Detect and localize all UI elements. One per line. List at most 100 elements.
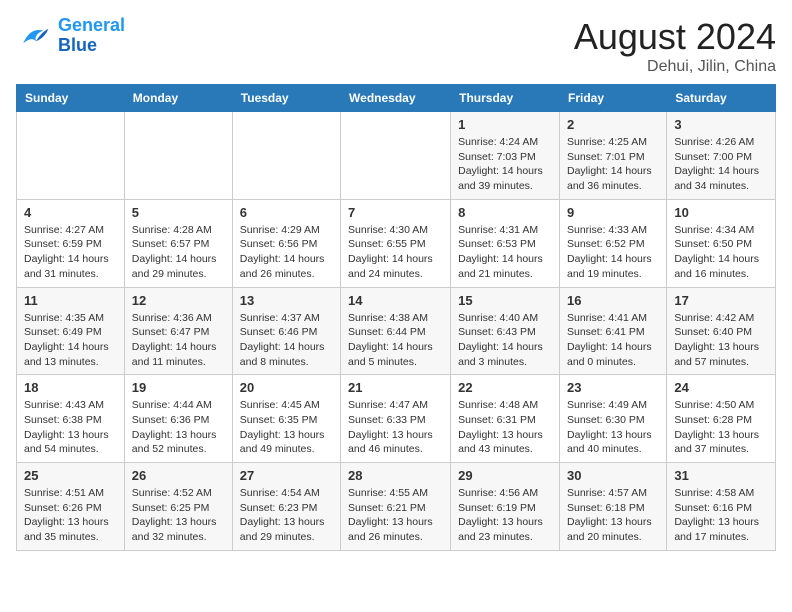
day-number: 13 bbox=[240, 293, 333, 308]
day-detail: Sunrise: 4:30 AM Sunset: 6:55 PM Dayligh… bbox=[348, 223, 443, 282]
calendar-week-row: 11 Sunrise: 4:35 AM Sunset: 6:49 PM Dayli… bbox=[17, 287, 776, 375]
day-number: 17 bbox=[674, 293, 768, 308]
day-number: 7 bbox=[348, 205, 443, 220]
page-header: GeneralBlue August 2024 Dehui, Jilin, Ch… bbox=[16, 16, 776, 76]
day-detail: Sunrise: 4:28 AM Sunset: 6:57 PM Dayligh… bbox=[132, 223, 225, 282]
day-number: 22 bbox=[458, 380, 552, 395]
day-detail: Sunrise: 4:47 AM Sunset: 6:33 PM Dayligh… bbox=[348, 398, 443, 457]
day-number: 19 bbox=[132, 380, 225, 395]
day-number: 1 bbox=[458, 117, 552, 132]
day-detail: Sunrise: 4:44 AM Sunset: 6:36 PM Dayligh… bbox=[132, 398, 225, 457]
calendar-cell: 22 Sunrise: 4:48 AM Sunset: 6:31 PM Dayli… bbox=[451, 375, 560, 463]
weekday-header-row: SundayMondayTuesdayWednesdayThursdayFrid… bbox=[17, 85, 776, 112]
calendar-cell: 5 Sunrise: 4:28 AM Sunset: 6:57 PM Daylig… bbox=[124, 199, 232, 287]
logo-icon bbox=[16, 18, 52, 54]
calendar-cell: 3Sunrise: 4:26 AM Sunset: 7:00 PM Daylig… bbox=[667, 112, 776, 200]
day-number: 6 bbox=[240, 205, 333, 220]
calendar-cell: 2 Sunrise: 4:25 AM Sunset: 7:01 PM Daylig… bbox=[559, 112, 666, 200]
day-number: 8 bbox=[458, 205, 552, 220]
day-detail: Sunrise: 4:55 AM Sunset: 6:21 PM Dayligh… bbox=[348, 486, 443, 545]
calendar-cell bbox=[341, 112, 451, 200]
calendar-cell: 4Sunrise: 4:27 AM Sunset: 6:59 PM Daylig… bbox=[17, 199, 125, 287]
day-detail: Sunrise: 4:25 AM Sunset: 7:01 PM Dayligh… bbox=[567, 135, 659, 194]
calendar-title: August 2024 bbox=[574, 16, 776, 58]
calendar-cell bbox=[17, 112, 125, 200]
calendar-cell: 1 Sunrise: 4:24 AM Sunset: 7:03 PM Daylig… bbox=[451, 112, 560, 200]
calendar-cell: 24 Sunrise: 4:50 AM Sunset: 6:28 PM Dayli… bbox=[667, 375, 776, 463]
calendar-cell bbox=[124, 112, 232, 200]
calendar-cell: 12 Sunrise: 4:36 AM Sunset: 6:47 PM Dayli… bbox=[124, 287, 232, 375]
day-detail: Sunrise: 4:40 AM Sunset: 6:43 PM Dayligh… bbox=[458, 311, 552, 370]
day-number: 18 bbox=[24, 380, 117, 395]
logo: GeneralBlue bbox=[16, 16, 125, 56]
day-detail: Sunrise: 4:50 AM Sunset: 6:28 PM Dayligh… bbox=[674, 398, 768, 457]
calendar-cell: 25Sunrise: 4:51 AM Sunset: 6:26 PM Dayli… bbox=[17, 463, 125, 551]
day-number: 12 bbox=[132, 293, 225, 308]
day-detail: Sunrise: 4:54 AM Sunset: 6:23 PM Dayligh… bbox=[240, 486, 333, 545]
calendar-cell: 7 Sunrise: 4:30 AM Sunset: 6:55 PM Daylig… bbox=[341, 199, 451, 287]
day-detail: Sunrise: 4:45 AM Sunset: 6:35 PM Dayligh… bbox=[240, 398, 333, 457]
calendar-cell: 15 Sunrise: 4:40 AM Sunset: 6:43 PM Dayli… bbox=[451, 287, 560, 375]
calendar-week-row: 25Sunrise: 4:51 AM Sunset: 6:26 PM Dayli… bbox=[17, 463, 776, 551]
calendar-cell: 28 Sunrise: 4:55 AM Sunset: 6:21 PM Dayli… bbox=[341, 463, 451, 551]
day-number: 2 bbox=[567, 117, 659, 132]
day-number: 30 bbox=[567, 468, 659, 483]
calendar-cell: 9 Sunrise: 4:33 AM Sunset: 6:52 PM Daylig… bbox=[559, 199, 666, 287]
calendar-cell: 31 Sunrise: 4:58 AM Sunset: 6:16 PM Dayli… bbox=[667, 463, 776, 551]
day-number: 31 bbox=[674, 468, 768, 483]
day-detail: Sunrise: 4:43 AM Sunset: 6:38 PM Dayligh… bbox=[24, 398, 117, 457]
day-detail: Sunrise: 4:35 AM Sunset: 6:49 PM Dayligh… bbox=[24, 311, 117, 370]
weekday-header: Sunday bbox=[17, 85, 125, 112]
weekday-header: Tuesday bbox=[232, 85, 340, 112]
day-number: 24 bbox=[674, 380, 768, 395]
calendar-location: Dehui, Jilin, China bbox=[574, 58, 776, 76]
weekday-header: Monday bbox=[124, 85, 232, 112]
day-detail: Sunrise: 4:37 AM Sunset: 6:46 PM Dayligh… bbox=[240, 311, 333, 370]
calendar-cell bbox=[232, 112, 340, 200]
calendar-cell: 6Sunrise: 4:29 AM Sunset: 6:56 PM Daylig… bbox=[232, 199, 340, 287]
day-detail: Sunrise: 4:58 AM Sunset: 6:16 PM Dayligh… bbox=[674, 486, 768, 545]
calendar-table: SundayMondayTuesdayWednesdayThursdayFrid… bbox=[16, 84, 776, 551]
calendar-cell: 23Sunrise: 4:49 AM Sunset: 6:30 PM Dayli… bbox=[559, 375, 666, 463]
calendar-cell: 18 Sunrise: 4:43 AM Sunset: 6:38 PM Dayli… bbox=[17, 375, 125, 463]
calendar-week-row: 1 Sunrise: 4:24 AM Sunset: 7:03 PM Daylig… bbox=[17, 112, 776, 200]
calendar-cell: 21 Sunrise: 4:47 AM Sunset: 6:33 PM Dayli… bbox=[341, 375, 451, 463]
day-detail: Sunrise: 4:52 AM Sunset: 6:25 PM Dayligh… bbox=[132, 486, 225, 545]
day-number: 26 bbox=[132, 468, 225, 483]
calendar-cell: 26 Sunrise: 4:52 AM Sunset: 6:25 PM Dayli… bbox=[124, 463, 232, 551]
day-detail: Sunrise: 4:38 AM Sunset: 6:44 PM Dayligh… bbox=[348, 311, 443, 370]
day-number: 23 bbox=[567, 380, 659, 395]
calendar-cell: 13 Sunrise: 4:37 AM Sunset: 6:46 PM Dayli… bbox=[232, 287, 340, 375]
day-number: 16 bbox=[567, 293, 659, 308]
day-number: 21 bbox=[348, 380, 443, 395]
day-number: 15 bbox=[458, 293, 552, 308]
calendar-cell: 30 Sunrise: 4:57 AM Sunset: 6:18 PM Dayli… bbox=[559, 463, 666, 551]
calendar-cell: 20Sunrise: 4:45 AM Sunset: 6:35 PM Dayli… bbox=[232, 375, 340, 463]
day-detail: Sunrise: 4:24 AM Sunset: 7:03 PM Dayligh… bbox=[458, 135, 552, 194]
day-number: 14 bbox=[348, 293, 443, 308]
day-number: 9 bbox=[567, 205, 659, 220]
day-number: 27 bbox=[240, 468, 333, 483]
day-detail: Sunrise: 4:26 AM Sunset: 7:00 PM Dayligh… bbox=[674, 135, 768, 194]
weekday-header: Wednesday bbox=[341, 85, 451, 112]
weekday-header: Friday bbox=[559, 85, 666, 112]
day-detail: Sunrise: 4:36 AM Sunset: 6:47 PM Dayligh… bbox=[132, 311, 225, 370]
day-number: 5 bbox=[132, 205, 225, 220]
logo-text: GeneralBlue bbox=[58, 16, 125, 56]
day-detail: Sunrise: 4:51 AM Sunset: 6:26 PM Dayligh… bbox=[24, 486, 117, 545]
day-number: 11 bbox=[24, 293, 117, 308]
day-number: 28 bbox=[348, 468, 443, 483]
calendar-week-row: 18 Sunrise: 4:43 AM Sunset: 6:38 PM Dayli… bbox=[17, 375, 776, 463]
day-detail: Sunrise: 4:57 AM Sunset: 6:18 PM Dayligh… bbox=[567, 486, 659, 545]
calendar-cell: 29Sunrise: 4:56 AM Sunset: 6:19 PM Dayli… bbox=[451, 463, 560, 551]
day-number: 10 bbox=[674, 205, 768, 220]
calendar-cell: 16Sunrise: 4:41 AM Sunset: 6:41 PM Dayli… bbox=[559, 287, 666, 375]
calendar-week-row: 4Sunrise: 4:27 AM Sunset: 6:59 PM Daylig… bbox=[17, 199, 776, 287]
day-number: 4 bbox=[24, 205, 117, 220]
weekday-header: Saturday bbox=[667, 85, 776, 112]
day-detail: Sunrise: 4:31 AM Sunset: 6:53 PM Dayligh… bbox=[458, 223, 552, 282]
day-detail: Sunrise: 4:33 AM Sunset: 6:52 PM Dayligh… bbox=[567, 223, 659, 282]
title-block: August 2024 Dehui, Jilin, China bbox=[574, 16, 776, 76]
calendar-cell: 14 Sunrise: 4:38 AM Sunset: 6:44 PM Dayli… bbox=[341, 287, 451, 375]
day-detail: Sunrise: 4:48 AM Sunset: 6:31 PM Dayligh… bbox=[458, 398, 552, 457]
